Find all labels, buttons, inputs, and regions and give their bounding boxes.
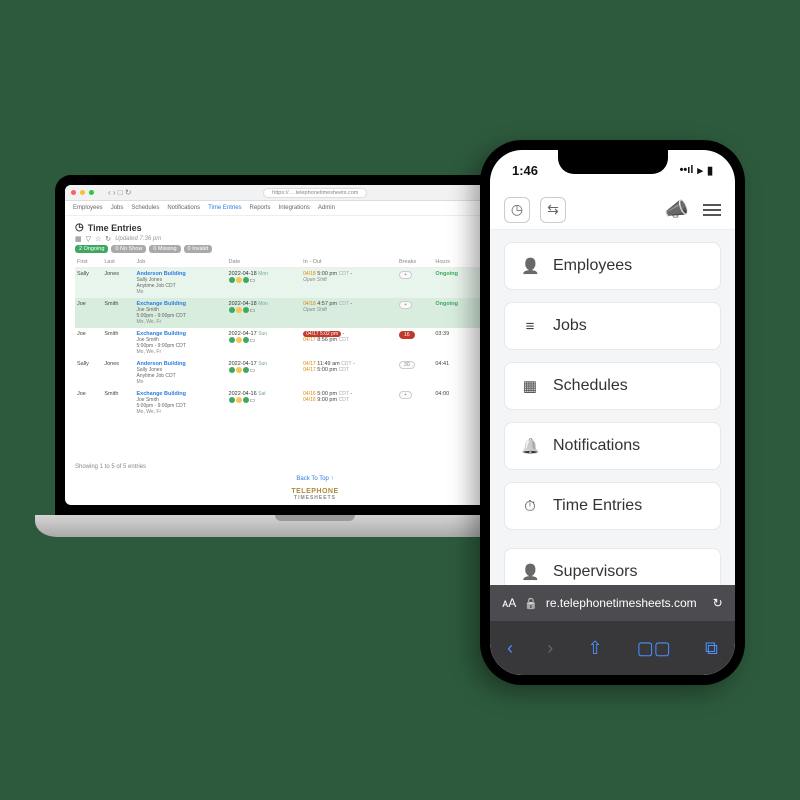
col-date[interactable]: Date bbox=[227, 257, 302, 268]
nav-employees[interactable]: Employees bbox=[73, 205, 103, 211]
forward-icon: › bbox=[547, 638, 553, 659]
nav-time-entries[interactable]: Time Entries bbox=[208, 205, 241, 211]
window-close-dot[interactable] bbox=[71, 190, 76, 195]
browser-url[interactable]: https://….telephonetimesheets.com bbox=[263, 188, 367, 198]
bookmarks-icon[interactable]: ▢▢ bbox=[637, 638, 671, 659]
status-time: 1:46 bbox=[512, 163, 538, 178]
col-first[interactable]: First bbox=[75, 257, 102, 268]
refresh-icon[interactable]: ↻ bbox=[105, 235, 111, 243]
funnel-icon[interactable]: ▽ bbox=[86, 235, 91, 243]
menu-label: Employees bbox=[553, 257, 632, 275]
updated-text: Updated 7:36 pm bbox=[115, 236, 161, 242]
list-icon bbox=[521, 318, 539, 335]
app-switch-icon[interactable]: ⇆ bbox=[540, 197, 566, 223]
pill-noshow[interactable]: 0 No Show bbox=[111, 245, 146, 253]
nav-jobs[interactable]: Jobs bbox=[111, 205, 124, 211]
menu-label: Notifications bbox=[553, 437, 640, 455]
safari-url-bar[interactable]: ᴀA re.telephonetimesheets.com ↻ bbox=[490, 585, 735, 621]
lock-icon bbox=[524, 596, 538, 610]
refresh-icon[interactable]: ↻ bbox=[713, 596, 723, 610]
page-title-text: Time Entries bbox=[88, 223, 142, 233]
col-hours[interactable]: Hours bbox=[433, 257, 479, 268]
person-icon bbox=[521, 563, 539, 581]
col-breaks[interactable]: Breaks bbox=[397, 257, 433, 268]
app-top-bar: ◷ ⇆ bbox=[490, 190, 735, 230]
calendar-icon bbox=[521, 377, 539, 395]
pill-ongoing[interactable]: 2 Ongoing bbox=[75, 245, 108, 253]
timesheet-icon bbox=[521, 498, 539, 515]
nav-schedules[interactable]: Schedules bbox=[131, 205, 159, 211]
battery-icon: ▮ bbox=[707, 164, 713, 177]
menu-label: Time Entries bbox=[553, 497, 642, 515]
nav-integrations[interactable]: Integrations bbox=[279, 205, 310, 211]
back-to-top-link[interactable]: Back To Top ↑ bbox=[296, 476, 333, 482]
nav-admin[interactable]: Admin bbox=[318, 205, 335, 211]
text-size-control[interactable]: ᴀA bbox=[502, 596, 516, 610]
signal-icon: ••ıl bbox=[680, 164, 694, 176]
bell-icon bbox=[521, 437, 539, 455]
url-text: re.telephonetimesheets.com bbox=[546, 596, 697, 610]
menu-label: Jobs bbox=[553, 317, 587, 335]
phone-screen: 1:46 ••ıl ▸ ▮ ◷ ⇆ Employees bbox=[490, 150, 735, 675]
window-min-dot[interactable] bbox=[80, 190, 85, 195]
back-icon[interactable]: ‹ bbox=[507, 638, 513, 659]
clock-icon: ◷ bbox=[75, 222, 84, 233]
pill-missing[interactable]: 0 Missing bbox=[149, 245, 180, 253]
phone-menu: Employees Jobs Schedules Notifications T… bbox=[490, 230, 735, 585]
phone-notch bbox=[558, 150, 668, 174]
window-max-dot[interactable] bbox=[89, 190, 94, 195]
phone-mockup: 1:46 ••ıl ▸ ▮ ◷ ⇆ Employees bbox=[480, 140, 745, 685]
menu-notifications[interactable]: Notifications bbox=[504, 422, 721, 470]
hamburger-menu-icon[interactable] bbox=[703, 204, 721, 216]
nav-reports[interactable]: Reports bbox=[250, 205, 271, 211]
brand-line1: TELEPHONE bbox=[291, 488, 338, 495]
menu-supervisors[interactable]: Supervisors bbox=[504, 548, 721, 585]
wifi-icon: ▸ bbox=[697, 164, 703, 177]
app-logo-icon[interactable]: ◷ bbox=[504, 197, 530, 223]
menu-label: Schedules bbox=[553, 377, 628, 395]
star-icon[interactable]: ☆ bbox=[95, 235, 101, 243]
tabs-icon[interactable]: ⧉ bbox=[705, 638, 718, 659]
share-icon[interactable]: ⇧ bbox=[588, 638, 603, 659]
megaphone-icon[interactable] bbox=[664, 197, 689, 222]
nav-notifications[interactable]: Notifications bbox=[167, 205, 200, 211]
safari-tab-bar: ‹ › ⇧ ▢▢ ⧉ bbox=[490, 621, 735, 675]
browser-nav-arrows: ‹ › □ ↻ bbox=[108, 188, 132, 197]
pill-invalid[interactable]: 0 Invalid bbox=[184, 245, 213, 253]
menu-time-entries[interactable]: Time Entries bbox=[504, 482, 721, 530]
col-last[interactable]: Last bbox=[102, 257, 134, 268]
col-inout[interactable]: In - Out bbox=[301, 257, 397, 268]
menu-employees[interactable]: Employees bbox=[504, 242, 721, 290]
menu-jobs[interactable]: Jobs bbox=[504, 302, 721, 350]
menu-schedules[interactable]: Schedules bbox=[504, 362, 721, 410]
col-job[interactable]: Job bbox=[135, 257, 227, 268]
person-icon bbox=[521, 257, 539, 275]
menu-label: Supervisors bbox=[553, 563, 637, 581]
filter-icon[interactable]: ▦ bbox=[75, 235, 82, 243]
